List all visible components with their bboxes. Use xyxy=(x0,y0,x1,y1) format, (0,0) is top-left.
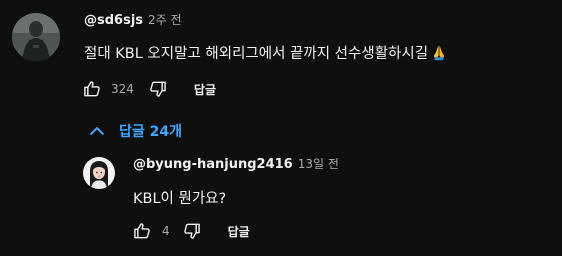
comment-header: @sd6sjs 2주 전 xyxy=(84,11,182,28)
like-count: 324 xyxy=(111,82,134,96)
comment-actions: 324 답글 xyxy=(82,79,216,99)
replies-toggle[interactable]: 답글 24개 xyxy=(87,121,182,141)
thumbs-down-icon xyxy=(150,81,166,97)
thumbs-up-icon xyxy=(84,81,100,97)
reply-button[interactable]: 답글 xyxy=(194,81,216,98)
comment-body: 절대 KBL 오지말고 해외리그에서 끝까지 선수생활하시길 xyxy=(84,46,429,62)
reply-reply-button[interactable]: 답글 xyxy=(228,223,250,240)
thumbs-up-icon xyxy=(134,223,150,239)
chevron-up-icon xyxy=(90,127,104,135)
reply-dislike-button[interactable] xyxy=(182,221,202,241)
reply-avatar[interactable] xyxy=(83,157,115,189)
reply-header: @byung-hanjung2416 13일 전 xyxy=(133,155,339,172)
dislike-button[interactable] xyxy=(148,79,168,99)
reply-author[interactable]: @byung-hanjung2416 xyxy=(133,157,293,172)
comment-author[interactable]: @sd6sjs xyxy=(84,13,143,28)
replies-toggle-label: 답글 24개 xyxy=(119,124,182,140)
reply-actions: 4 답글 xyxy=(132,221,250,241)
reply-time[interactable]: 13일 전 xyxy=(298,155,339,172)
avatar[interactable] xyxy=(12,13,60,61)
comment-section: @sd6sjs 2주 전 절대 KBL 오지말고 해외리그에서 끝까지 선수생활… xyxy=(0,0,562,256)
thumbs-down-icon xyxy=(183,223,200,239)
reply-like-button[interactable] xyxy=(132,221,152,241)
folded-hands-icon xyxy=(431,44,447,65)
comment-text: 절대 KBL 오지말고 해외리그에서 끝까지 선수생활하시길 xyxy=(84,42,447,65)
like-button[interactable] xyxy=(82,79,102,99)
reply-like-count: 4 xyxy=(162,224,170,238)
comment-time[interactable]: 2주 전 xyxy=(148,11,182,28)
reply-text: KBL이 뭔가요? xyxy=(133,191,227,207)
